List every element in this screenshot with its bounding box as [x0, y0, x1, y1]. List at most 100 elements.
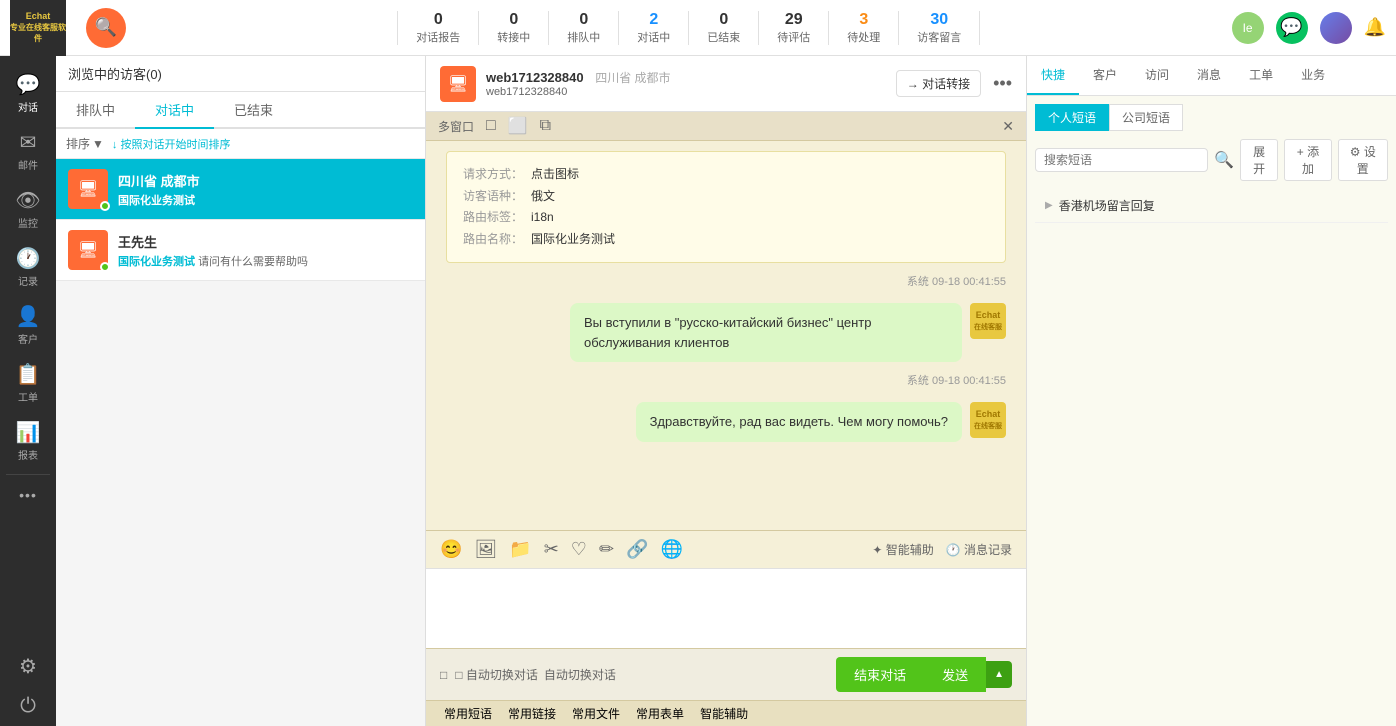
- quick-search-row: 🔍 展开 + 添加 ⚙ 设置: [1035, 139, 1388, 181]
- chat-input-area[interactable]: [426, 568, 1026, 648]
- chat-footer: □ □ 自动切换对话 自动切换对话 结束对话 发送 ▲: [426, 648, 1026, 700]
- expand-btn[interactable]: 展开: [1240, 139, 1278, 181]
- globe-icon[interactable]: 🌐: [660, 539, 682, 560]
- image-icon[interactable]: 🖼: [474, 539, 497, 560]
- stat-active[interactable]: 2 对话中: [619, 11, 689, 45]
- auto-switch-toggle[interactable]: □ □ 自动切换对话 自动切换对话: [440, 666, 616, 683]
- sidebar-item-workorder[interactable]: 📋 工单: [0, 354, 56, 412]
- sidebar-item-history[interactable]: 🕐 记录: [0, 238, 56, 296]
- sidebar-item-email[interactable]: ✉ 邮件: [0, 122, 56, 180]
- emoji-icon[interactable]: 😊: [440, 539, 462, 560]
- sidebar-item-monitor[interactable]: 👁 监控: [0, 180, 56, 238]
- msg-row-2: Здравствуйте, рад вас видеть. Чем могу п…: [446, 402, 1006, 442]
- right-tab-message[interactable]: 消息: [1183, 56, 1235, 95]
- msg-row-1: Вы вступили в "русско-китайский бизнес" …: [446, 303, 1006, 362]
- stat-dialog-report[interactable]: 0 对话报告: [397, 11, 479, 45]
- file-icon[interactable]: 📁: [509, 539, 531, 560]
- stat-queue[interactable]: 0 排队中: [549, 11, 619, 45]
- right-tab-visit[interactable]: 访问: [1131, 56, 1183, 95]
- conversation-item-1[interactable]: 🖥 四川省 成都市 国际化业务测试: [56, 159, 425, 220]
- message-history-button[interactable]: 🕐 消息记录: [946, 541, 1012, 558]
- stat-ended[interactable]: 0 已结束: [689, 11, 759, 45]
- tab-queue[interactable]: 排队中: [56, 92, 135, 127]
- quick-search-input[interactable]: [1035, 148, 1208, 172]
- send-actions: 结束对话 发送 ▲: [836, 657, 1012, 692]
- quick-action-btns: 展开 + 添加 ⚙ 设置: [1240, 139, 1388, 181]
- send-dropdown-button[interactable]: ▲: [986, 661, 1012, 688]
- sidebar-label-monitor: 监控: [18, 215, 38, 230]
- sort-time-button[interactable]: ↓ 按照对话开始时间排序: [112, 136, 231, 152]
- quick-form-tab[interactable]: 常用表单: [628, 701, 692, 726]
- window-icon-2[interactable]: ⬜: [508, 116, 528, 136]
- scissors-icon[interactable]: ✂: [544, 539, 559, 560]
- wechat-icon[interactable]: 💬: [1276, 12, 1308, 44]
- route-tag-value: i18n: [531, 207, 554, 229]
- sidebar-item-settings[interactable]: ⚙: [0, 646, 56, 687]
- sidebar-label-customer: 客户: [18, 331, 38, 346]
- send-button[interactable]: 发送: [924, 657, 986, 692]
- msg-avatar-2: Echat在线客服: [970, 402, 1006, 438]
- sidebar-item-logout[interactable]: ⏻: [0, 687, 56, 726]
- stat-pending[interactable]: 3 待处理: [829, 11, 899, 45]
- request-label: 请求方式：: [463, 164, 523, 186]
- more-options-icon[interactable]: •••: [993, 73, 1012, 94]
- edit-icon[interactable]: ✏: [599, 539, 614, 560]
- quick-reply-tab[interactable]: 常用短语: [436, 701, 500, 726]
- tab-ended[interactable]: 已结束: [214, 92, 293, 127]
- stat-rating[interactable]: 29 待评估: [759, 11, 829, 45]
- stat-num-ended: 0: [719, 11, 728, 29]
- sort-button[interactable]: 排序 ▼: [66, 135, 104, 152]
- sidebar-item-customer[interactable]: 👤 客户: [0, 296, 56, 354]
- add-btn[interactable]: + 添加: [1284, 139, 1331, 181]
- stat-transfer[interactable]: 0 转接中: [479, 11, 549, 45]
- user-avatar[interactable]: [1320, 12, 1352, 44]
- search-icon[interactable]: 🔍: [86, 8, 126, 48]
- sidebar-label-history: 记录: [18, 273, 38, 288]
- right-tab-customer[interactable]: 客户: [1079, 56, 1131, 95]
- quick-sub-tab-personal[interactable]: 个人短语: [1035, 104, 1109, 131]
- tab-active[interactable]: 对话中: [135, 92, 214, 129]
- sidebar-label-workorder: 工单: [18, 389, 38, 404]
- smart-assist-button[interactable]: ✦ 智能辅助: [872, 541, 933, 558]
- right-tab-quick[interactable]: 快捷: [1027, 56, 1079, 95]
- smart-assist-tab[interactable]: 智能辅助: [692, 701, 756, 726]
- sidebar-item-report[interactable]: 📊 报表: [0, 412, 56, 470]
- link-icon[interactable]: 🔗: [626, 539, 648, 560]
- right-tab-business[interactable]: 业务: [1287, 56, 1339, 95]
- close-chat-icon[interactable]: ✕: [1002, 118, 1014, 135]
- window-icon-1[interactable]: □: [486, 117, 496, 135]
- stat-label-queue: 排队中: [567, 29, 600, 45]
- settings-btn[interactable]: ⚙ 设置: [1338, 139, 1388, 181]
- transfer-button[interactable]: → 对话转接: [896, 70, 981, 97]
- avatar-green[interactable]: Ie: [1232, 12, 1264, 44]
- settings-icon: ⚙: [19, 654, 37, 679]
- favorite-icon[interactable]: ♡: [571, 539, 587, 560]
- expand-arrow-icon: ▶: [1045, 200, 1053, 211]
- search-magnify-icon[interactable]: 🔍: [1214, 150, 1234, 170]
- chat-header: 🖥 web1712328840 四川省 成都市 web1712328840 → …: [426, 56, 1026, 112]
- conv-info-2: 王先生 国际化业务测试 请问有什么需要帮助吗: [118, 232, 413, 269]
- quick-sub-tabs: 个人短语 公司短语: [1035, 104, 1388, 131]
- window-icon-3[interactable]: ⧉: [540, 117, 551, 135]
- right-tab-workorder[interactable]: 工单: [1235, 56, 1287, 95]
- info-row-route-tag: 路由标签： i18n: [463, 207, 989, 229]
- route-name-label: 路由名称：: [463, 229, 523, 251]
- sidebar-item-dialog[interactable]: 💬 对话: [0, 64, 56, 122]
- conv-avatar-1: 🖥: [68, 169, 108, 209]
- sidebar: 💬 对话 ✉ 邮件 👁 监控 🕐 记录 👤 客户 📋 工单 📊 报表: [0, 56, 56, 726]
- msg-avatar-1: Echat在线客服: [970, 303, 1006, 339]
- quick-file-tab[interactable]: 常用文件: [564, 701, 628, 726]
- conversation-item-2[interactable]: 🖥 王先生 国际化业务测试 请问有什么需要帮助吗: [56, 220, 425, 281]
- quick-item-1[interactable]: ▶ 香港机场留言回复: [1035, 189, 1388, 223]
- stat-visitor-msg[interactable]: 30 访客留言: [899, 11, 980, 45]
- stat-num-transfer: 0: [509, 11, 518, 29]
- bell-icon[interactable]: 🔔: [1364, 17, 1386, 38]
- auto-switch-label: 自动切换对话: [544, 666, 616, 683]
- end-conversation-button[interactable]: 结束对话: [836, 657, 924, 692]
- quick-link-tab[interactable]: 常用链接: [500, 701, 564, 726]
- quick-sub-tab-company[interactable]: 公司短语: [1109, 104, 1183, 131]
- main-layout: 💬 对话 ✉ 邮件 👁 监控 🕐 记录 👤 客户 📋 工单 📊 报表: [0, 56, 1396, 726]
- top-stats: 0 对话报告 0 转接中 0 排队中 2 对话中 0 已结束 29 待评估 3 …: [146, 11, 1232, 45]
- panel-header: 浏览中的访客(0): [56, 56, 425, 92]
- sidebar-item-more[interactable]: •••: [0, 479, 56, 511]
